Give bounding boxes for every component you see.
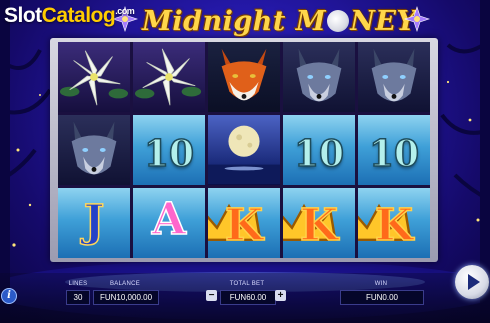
balance-label: BALANCE [109,281,141,287]
balance-value: FUN10,000.00 [93,290,159,305]
king-label: K [224,199,264,252]
game-logo: Midnight M NEY [142,6,416,38]
spin-button[interactable] [455,265,489,299]
symbol-wolf [283,42,355,112]
symbol-king: K [208,188,280,258]
watermark-com-text: .com [115,6,135,16]
lily-icon [134,48,202,106]
reel-frame: 10 10 10 J A K K K [50,38,438,262]
watermark-catalog-text: Catalog [41,4,116,27]
logo-right-flower-icon [404,6,430,32]
bet-increase-button[interactable]: + [275,290,286,301]
symbol-ten: 10 [358,115,430,185]
win-label: WIN [374,281,388,287]
lines-value: 30 [66,290,90,305]
symbol-ten: 10 [133,115,205,185]
play-icon [468,274,480,290]
watermark-slot-text: Slot [4,4,42,27]
symbol-moon [208,115,280,185]
symbol-lily [133,42,205,112]
wolf-icon [371,48,417,102]
wolf-icon [296,48,342,102]
symbol-king: K [358,188,430,258]
symbol-lily [58,42,130,112]
fox-icon [221,48,267,101]
lines-label: LINES [68,281,88,287]
ace-label: A [151,193,187,246]
symbol-ten: 10 [283,115,355,185]
symbol-king: K [283,188,355,258]
symbol-wolf [58,115,130,185]
king-label: K [374,199,414,252]
win-value: FUN0.00 [340,290,424,305]
total-bet-value: FUN60.00 [220,290,276,305]
ten-label: 10 [368,132,420,176]
symbol-fox [208,42,280,112]
slotcatalog-watermark: SlotCatalog.com [4,4,135,28]
logo-text-part1: Midnight M [142,6,327,37]
king-label: K [299,199,339,252]
jack-label: J [83,195,105,248]
moon-icon [208,125,280,185]
symbol-wolf [358,42,430,112]
total-bet-label: TOTAL BET [229,281,265,287]
lily-icon [59,50,129,106]
ten-label: 10 [293,132,345,176]
wolf-icon [71,121,117,175]
bet-decrease-button[interactable]: − [206,290,217,301]
symbol-jack: J [58,188,130,258]
ten-label: 10 [143,132,195,176]
symbol-ace: A [133,188,205,258]
info-button[interactable]: i [1,288,17,304]
logo-moon-icon [327,10,350,32]
reel-grid: 10 10 10 J A K K K [58,42,430,258]
